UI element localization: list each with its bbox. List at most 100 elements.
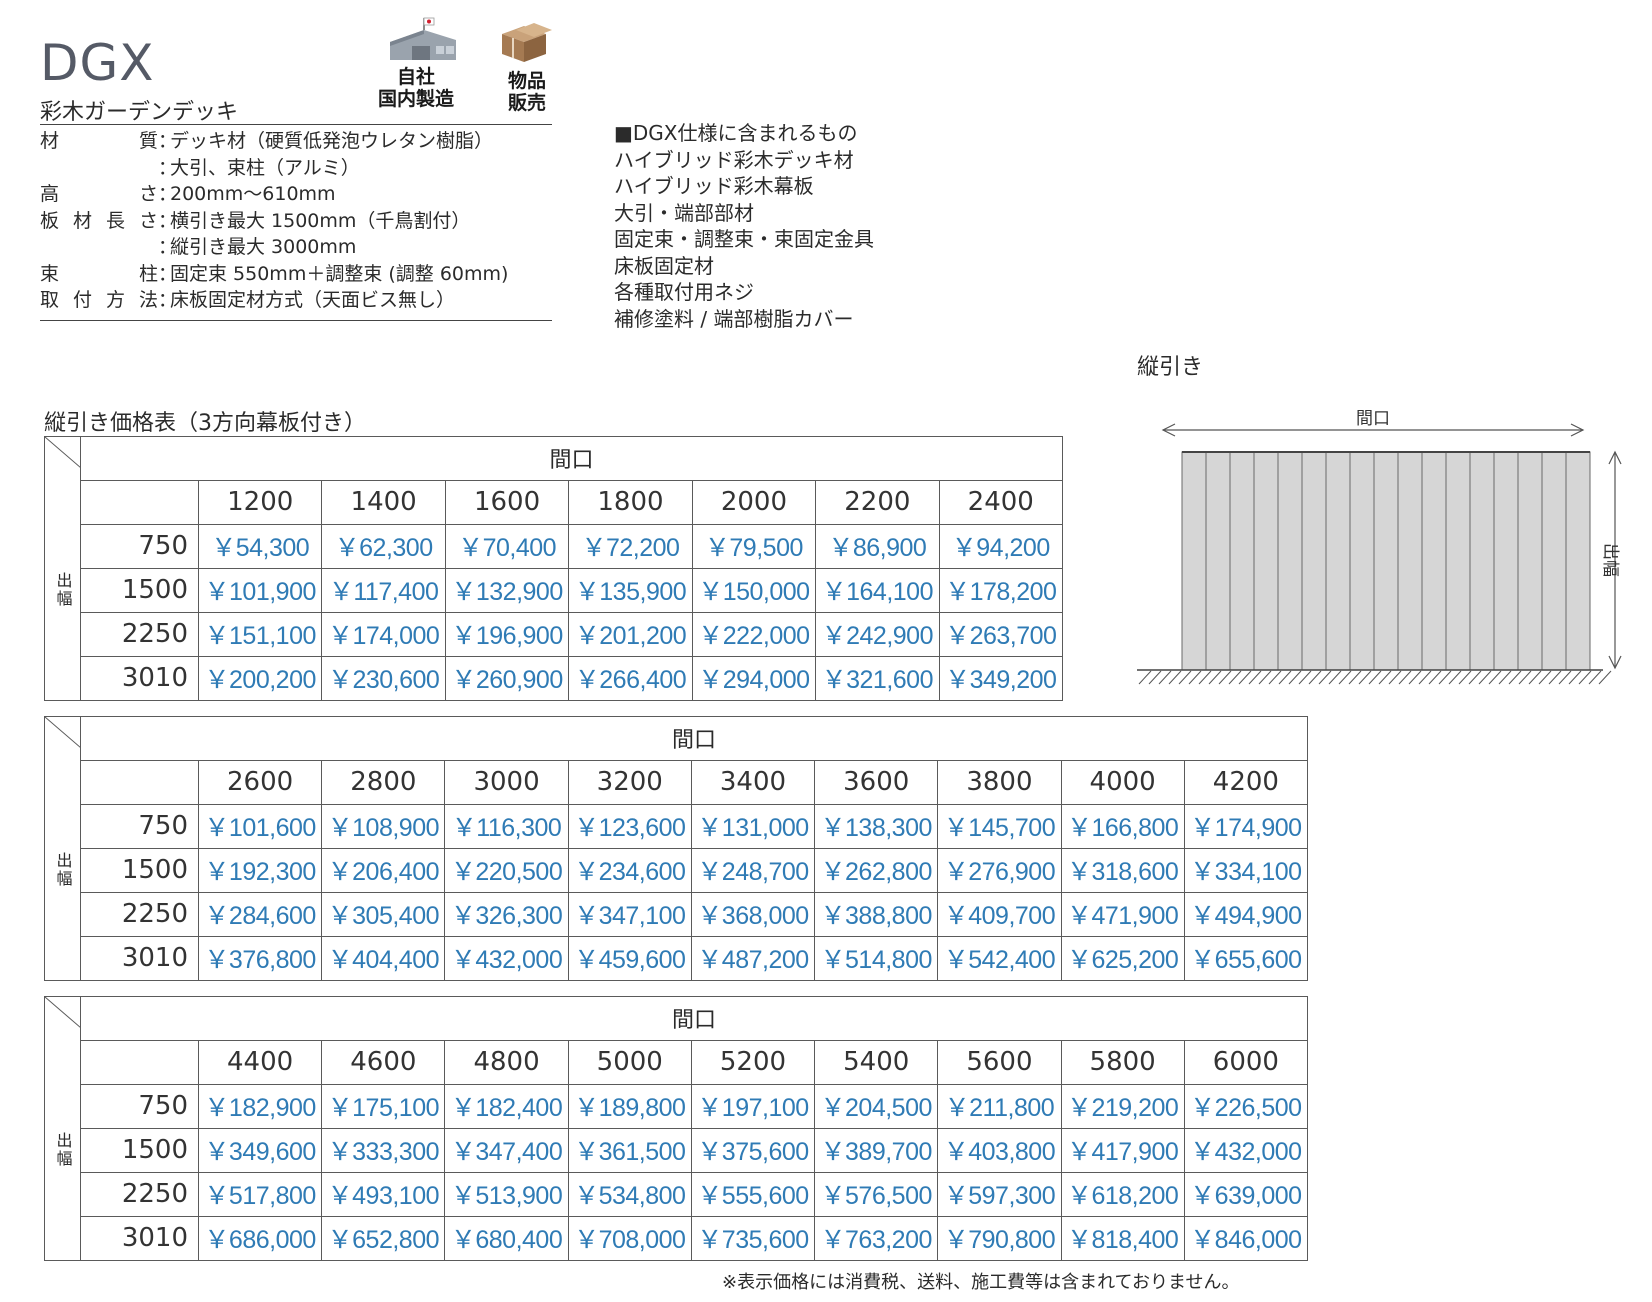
- deck-plank: [1325, 451, 1351, 671]
- deck-plank: [1469, 451, 1495, 671]
- depth-value: 1500: [80, 567, 199, 613]
- price-cell: ￥618,200: [1060, 1171, 1185, 1217]
- table-corner: [44, 996, 81, 1040]
- price-cell: ￥192,300: [197, 847, 323, 893]
- table-row: 2250 ￥151,100 ￥174,000 ￥196,900 ￥201,200 ￥222…: [45, 611, 1063, 657]
- diagram-title: 縦引き: [1137, 355, 1204, 380]
- width-value: 1800: [568, 479, 693, 525]
- price-cell: ￥409,700: [937, 891, 1062, 937]
- price-cell: ￥403,800: [937, 1127, 1062, 1173]
- width-value: 4800: [444, 1039, 569, 1085]
- width-value: 4600: [321, 1039, 446, 1085]
- price-cell: ￥62,300: [321, 523, 446, 569]
- price-cell: ￥459,600: [567, 935, 692, 981]
- price-cell: ￥305,400: [321, 891, 446, 937]
- price-cell: ￥94,200: [938, 523, 1063, 569]
- deck-plank: [1373, 451, 1399, 671]
- price-cell: ￥417,900: [1060, 1127, 1185, 1173]
- spec-row: ：大引、束柱（アルミ）: [40, 155, 508, 182]
- deck-plank: [1421, 451, 1447, 671]
- price-cell: ￥326,300: [444, 891, 569, 937]
- price-cell: ￥347,400: [444, 1127, 569, 1173]
- width-value: 5200: [690, 1039, 816, 1085]
- price-cell: ￥652,800: [321, 1215, 446, 1261]
- price-cell: ￥174,900: [1183, 803, 1308, 849]
- price-cell: ￥70,400: [444, 523, 570, 569]
- depth-value: 2250: [80, 611, 199, 657]
- price-cell: ￥542,400: [937, 935, 1062, 981]
- price-cell: ￥248,700: [690, 847, 816, 893]
- price-cell: ￥164,100: [815, 567, 940, 613]
- width-value: 2400: [938, 479, 1063, 525]
- price-cell: ￥182,400: [444, 1083, 569, 1129]
- depth-value: 3010: [80, 655, 199, 701]
- deck-plank: [1229, 451, 1255, 671]
- price-cell: ￥230,600: [321, 655, 446, 701]
- width-value: 2800: [321, 759, 446, 805]
- table-row: 750 ￥101,600 ￥108,900 ￥116,300 ￥123,600 ￥131,…: [45, 803, 1308, 849]
- price-cell: ￥686,000: [197, 1215, 323, 1261]
- table-corner: [44, 716, 81, 760]
- price-cell: ￥597,300: [937, 1171, 1062, 1217]
- deck-plank: [1301, 451, 1327, 671]
- depth-value: 750: [80, 1083, 199, 1129]
- spec-value: 床板固定材方式（天面ビス無し）: [170, 289, 456, 311]
- price-cell: ￥200,200: [197, 655, 323, 701]
- price-cell: ￥432,000: [444, 935, 569, 981]
- depth-value: 3010: [80, 935, 199, 981]
- table-row: 3010 ￥200,200 ￥230,600 ￥260,900 ￥266,400 ￥294…: [45, 655, 1063, 701]
- width-value: 3200: [567, 759, 692, 805]
- price-cell: ￥680,400: [444, 1215, 569, 1261]
- depth-header: 出幅: [44, 1040, 81, 1261]
- price-cell: ￥54,300: [197, 523, 323, 569]
- spec-row: ：縦引き最大 3000mm: [40, 234, 508, 261]
- price-cell: ￥388,800: [814, 891, 939, 937]
- price-cell: ￥211,800: [937, 1083, 1062, 1129]
- price-cell: ￥108,900: [321, 803, 446, 849]
- spec-label: [40, 234, 158, 261]
- depth-header: 出幅: [44, 760, 81, 981]
- price-cell: ￥846,000: [1183, 1215, 1308, 1261]
- price-cell: ￥131,000: [690, 803, 816, 849]
- spec-value: 縦引き最大 3000mm: [170, 236, 357, 258]
- price-cell: ￥655,600: [1183, 935, 1308, 981]
- price-cell: ￥117,400: [321, 567, 446, 613]
- width-value: 5400: [814, 1039, 939, 1085]
- deck-plank: [1541, 451, 1567, 671]
- table-row: 2250 ￥284,600 ￥305,400 ￥326,300 ￥347,100 ￥368…: [45, 891, 1308, 937]
- price-cell: ￥321,600: [815, 655, 940, 701]
- spec-row: 束柱：固定束 550mm＋調整束 (調整 60mm): [40, 261, 508, 288]
- spec-label: 取付方法: [40, 289, 158, 311]
- price-cell: ￥487,200: [690, 935, 816, 981]
- width-value: 6000: [1183, 1039, 1308, 1085]
- spec-value: 横引き最大 1500mm（千鳥割付）: [170, 209, 471, 232]
- table-row: 1500 ￥349,600 ￥333,300 ￥347,400 ￥361,500 ￥375…: [45, 1127, 1308, 1173]
- price-cell: ￥219,200: [1060, 1083, 1185, 1129]
- spec-label: 束柱: [40, 262, 158, 285]
- deck-plank: [1397, 451, 1423, 671]
- depth-label: 出幅: [1600, 543, 1620, 577]
- deck-plank: [1205, 451, 1231, 671]
- spec-label: 板材長さ: [40, 209, 158, 232]
- price-cell: ￥534,800: [567, 1171, 692, 1217]
- price-cell: ￥349,600: [197, 1127, 323, 1173]
- price-cell: ￥361,500: [567, 1127, 692, 1173]
- price-cell: ￥204,500: [814, 1083, 939, 1129]
- price-cell: ￥276,900: [937, 847, 1062, 893]
- spec-label: 材質: [40, 130, 158, 152]
- price-cell: ￥86,900: [815, 523, 940, 569]
- price-cell: ￥576,500: [814, 1171, 939, 1217]
- price-cell: ￥349,200: [938, 655, 1063, 701]
- price-cell: ￥196,900: [444, 611, 570, 657]
- price-cell: ￥318,600: [1060, 847, 1185, 893]
- included-items: ■DGX仕様に含まれるもの ハイブリッド彩木デッキ材 ハイブリッド彩木幕板 大引・端…: [614, 120, 874, 332]
- price-cell: ￥263,700: [938, 611, 1063, 657]
- spec-list: 材質：デッキ材（硬質低発泡ウレタン樹脂）：大引、束柱（アルミ）高さ： 200mm〜…: [40, 128, 508, 314]
- width-value: 3000: [444, 759, 569, 805]
- depth-value: 2250: [80, 1171, 199, 1217]
- spec-row: 取付方法：床板固定材方式（天面ビス無し）: [40, 287, 508, 314]
- price-cell: ￥735,600: [690, 1215, 816, 1261]
- price-cell: ￥72,200: [568, 523, 693, 569]
- price-cell: ￥145,700: [937, 803, 1062, 849]
- price-cell: ￥178,200: [938, 567, 1063, 613]
